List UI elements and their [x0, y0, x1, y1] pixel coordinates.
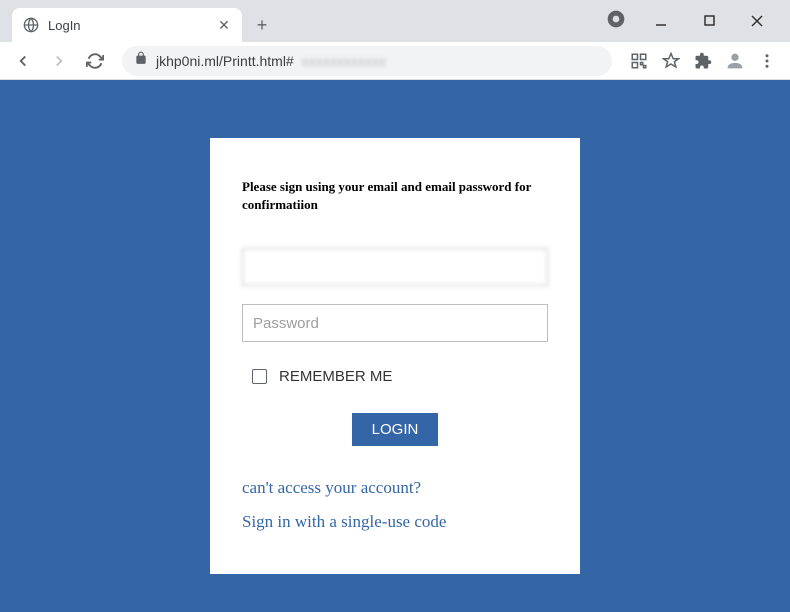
forgot-link[interactable]: can't access your account?: [242, 478, 548, 498]
browser-titlebar: LogIn ✕ +: [0, 0, 790, 42]
globe-icon: [22, 16, 40, 34]
window-controls: [646, 10, 782, 42]
back-button[interactable]: [8, 46, 38, 76]
bookmark-icon[interactable]: [656, 46, 686, 76]
email-input[interactable]: [242, 248, 548, 286]
close-icon[interactable]: ✕: [216, 17, 232, 33]
close-window-button[interactable]: [742, 10, 772, 32]
menu-icon[interactable]: [752, 46, 782, 76]
extensions-icon[interactable]: [688, 46, 718, 76]
login-button[interactable]: LOGIN: [352, 413, 439, 446]
new-tab-button[interactable]: +: [248, 11, 276, 39]
reload-button[interactable]: [80, 46, 110, 76]
tab-row: LogIn ✕ +: [8, 8, 276, 42]
single-use-link[interactable]: Sign in with a single-use code: [242, 512, 548, 532]
remember-checkbox[interactable]: [252, 369, 267, 384]
qr-icon[interactable]: [624, 46, 654, 76]
url-text: jkhp0ni.ml/Printt.html#: [156, 53, 294, 69]
url-redacted: xxxxxxxxxxxx: [302, 53, 386, 69]
profile-badge-icon[interactable]: [606, 9, 626, 42]
login-heading: Please sign using your email and email p…: [242, 178, 548, 214]
remember-row: REMEMBER ME: [252, 368, 548, 385]
toolbar-right: [624, 46, 782, 76]
remember-label: REMEMBER ME: [279, 368, 392, 385]
minimize-button[interactable]: [646, 10, 676, 32]
browser-tab[interactable]: LogIn ✕: [12, 8, 242, 42]
login-card: Please sign using your email and email p…: [210, 138, 580, 574]
forward-button[interactable]: [44, 46, 74, 76]
maximize-button[interactable]: [694, 10, 724, 32]
tab-title: LogIn: [48, 18, 208, 33]
profile-icon[interactable]: [720, 46, 750, 76]
password-input[interactable]: [242, 304, 548, 342]
page-viewport[interactable]: Please sign using your email and email p…: [0, 80, 790, 612]
address-bar[interactable]: jkhp0ni.ml/Printt.html# xxxxxxxxxxxx: [122, 46, 612, 76]
lock-icon: [134, 51, 148, 70]
browser-toolbar: jkhp0ni.ml/Printt.html# xxxxxxxxxxxx: [0, 42, 790, 80]
